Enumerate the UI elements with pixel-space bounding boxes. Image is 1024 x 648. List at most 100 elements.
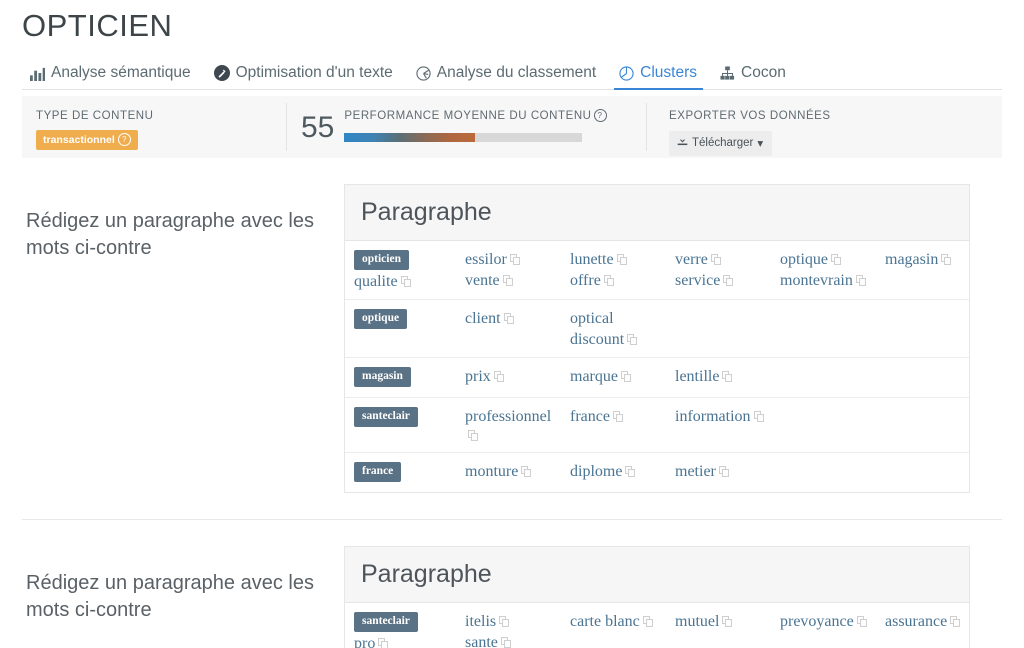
copy-icon[interactable] [941,254,952,265]
keyword-item: professionnel [465,406,562,445]
keyword-text[interactable]: information [675,408,751,425]
keyword-column: prevoyance [772,611,877,632]
keyword-text[interactable]: offre [570,272,601,289]
keyword-text[interactable]: mutuel [675,613,719,630]
copy-icon[interactable] [521,466,532,477]
keyword-text[interactable]: france [570,408,610,425]
cluster-badge[interactable]: optique [354,309,408,329]
copy-icon[interactable] [722,371,733,382]
copy-icon[interactable] [722,616,733,627]
tab-cocon[interactable]: Cocon [709,64,798,89]
keyword-text[interactable]: prevoyance [780,613,854,630]
section-instruction: Rédigez un paragraphe avec les mots ci-c… [26,210,314,259]
keyword-item: essilor [465,249,562,270]
keyword-text[interactable]: pro [354,635,375,648]
keyword-text[interactable]: magasin [885,251,938,268]
keyword-text[interactable]: lunette [570,251,614,268]
keyword-column: santeclair [345,406,457,428]
copy-icon[interactable] [603,275,614,286]
copy-icon[interactable] [378,638,389,648]
tab-analyse-s-mantique[interactable]: Analyse sémantique [22,64,203,89]
keyword-item: prix [465,366,562,387]
copy-icon[interactable] [500,637,511,648]
keyword-text[interactable]: carte blanc [570,613,640,630]
keyword-text[interactable]: service [675,272,720,289]
keyword-item: itelis [465,611,562,632]
keyword-text[interactable]: itelis [465,613,496,630]
content-type-badge: transactionnel ? [36,130,138,150]
tab-label: Optimisation d'un texte [235,64,393,81]
keyword-text[interactable]: lentille [675,368,719,385]
copy-icon[interactable] [855,275,866,286]
help-icon[interactable]: ? [117,133,131,146]
tab-analyse-du-classement[interactable]: Analyse du classement [405,64,608,89]
keyword-text[interactable]: vente [465,272,500,289]
help-icon[interactable]: ? [593,109,607,122]
keyword-text[interactable]: professionnel [465,408,551,425]
cluster-badge[interactable]: magasin [354,367,411,387]
copy-icon[interactable] [950,616,961,627]
paragraph-card: Paragraphe santeclair pro itelis sante carte … [344,546,970,648]
paragraph-section: Rédigez un paragraphe avec les mots ci-c… [22,520,1002,648]
keyword-row: france monture diplome metier [345,453,969,492]
keyword-column: santeclair pro [345,611,457,648]
copy-icon[interactable] [509,254,520,265]
copy-icon[interactable] [718,466,729,477]
keyword-text[interactable]: assurance [885,613,947,630]
download-button[interactable]: Télécharger ▾ [669,131,773,156]
copy-icon[interactable] [502,275,513,286]
copy-icon[interactable] [616,254,627,265]
keyword-column: mutuel [667,611,772,632]
keyword-column: professionnel [457,406,562,445]
performance-label: PERFORMANCE MOYENNE DU CONTENU? [344,109,646,124]
keyword-column: itelis sante [457,611,562,648]
keyword-text[interactable]: client [465,310,501,327]
copy-icon[interactable] [831,254,841,265]
keyword-row: santeclair professionnel france information [345,398,969,453]
keyword-text[interactable]: optical discount [570,310,624,348]
keyword-item: vente [465,270,562,291]
keyword-text[interactable]: diplome [570,463,622,480]
keyword-column: diplome [562,461,667,482]
keyword-column: client [457,308,562,329]
copy-icon[interactable] [468,430,478,441]
keyword-text[interactable]: verre [675,251,708,268]
tab-optimisation-d-un-texte[interactable]: Optimisation d'un texte [203,64,405,89]
copy-icon[interactable] [710,254,721,265]
magic-wand-icon [213,65,230,81]
copy-icon[interactable] [753,411,764,422]
tab-clusters[interactable]: Clusters [608,64,709,90]
cluster-badge[interactable]: opticien [354,250,409,270]
copy-icon[interactable] [499,616,510,627]
keyword-item: france [570,406,667,427]
copy-icon[interactable] [503,313,514,324]
keyword-text[interactable]: optique [780,251,828,268]
content-type-label: TYPE DE CONTENU [36,110,154,122]
chevron-down-icon: ▾ [757,138,764,150]
copy-icon[interactable] [856,616,867,627]
keyword-text[interactable]: sante [465,634,498,648]
cluster-badge[interactable]: santeclair [354,407,418,427]
copy-icon[interactable] [625,466,636,477]
paragraph-card: Paragraphe opticien qualite essilor vente lun… [344,184,970,493]
copy-icon[interactable] [642,616,653,627]
keyword-text[interactable]: essilor [465,251,507,268]
keyword-text[interactable]: monture [465,463,518,480]
cluster-badge[interactable]: santeclair [354,612,418,632]
keyword-text[interactable]: montevrain [780,272,853,289]
keyword-text[interactable]: marque [570,368,618,385]
copy-icon[interactable] [612,411,623,422]
copy-icon[interactable] [620,371,631,382]
card-header: Paragraphe [345,185,969,241]
cluster-badge[interactable]: france [354,462,402,482]
keyword-column: opticien qualite [345,249,457,292]
keyword-text[interactable]: qualite [354,273,398,290]
performance-label-text: PERFORMANCE MOYENNE DU CONTENU [344,110,592,122]
keyword-item: monture [465,461,562,482]
copy-icon[interactable] [723,275,734,286]
keyword-text[interactable]: prix [465,368,491,385]
keyword-text[interactable]: metier [675,463,716,480]
copy-icon[interactable] [493,371,504,382]
copy-icon[interactable] [400,276,411,287]
copy-icon[interactable] [627,334,638,345]
